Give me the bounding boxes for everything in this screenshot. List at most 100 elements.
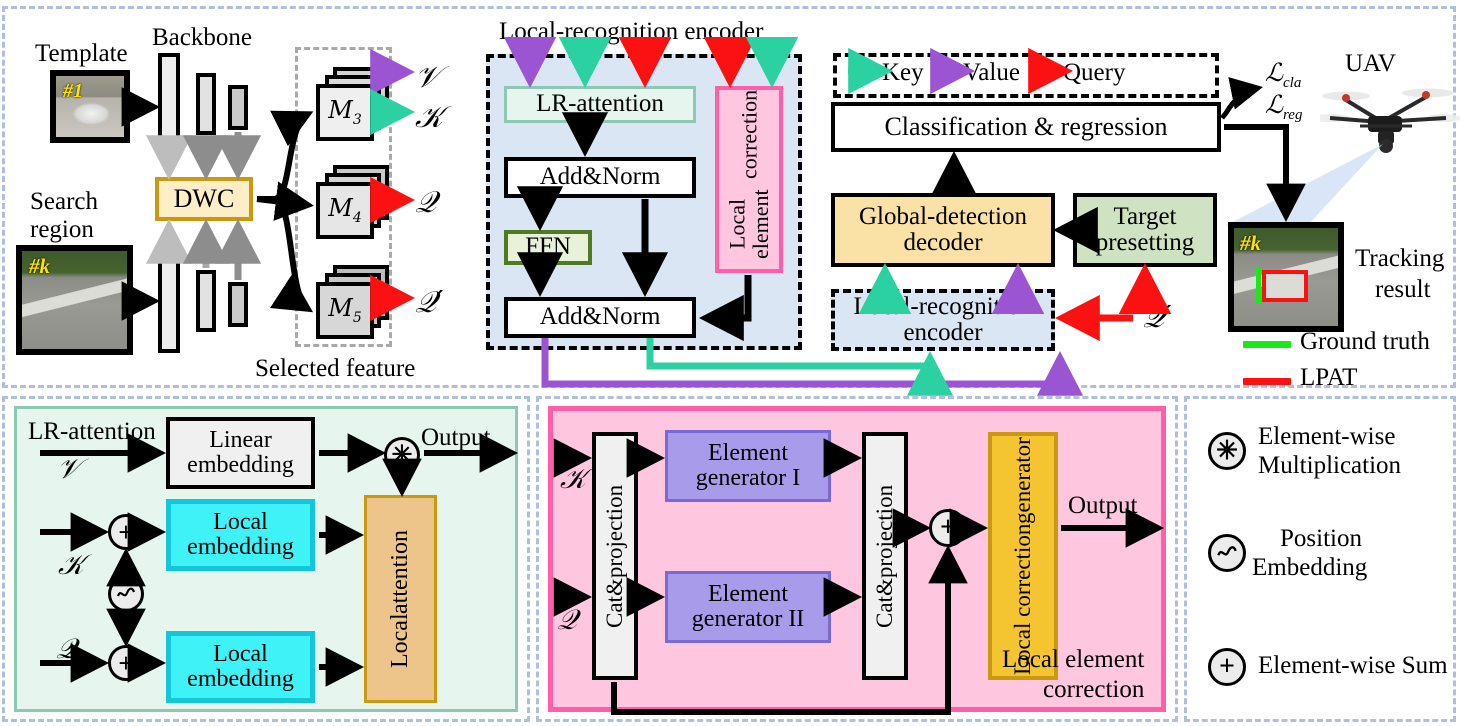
lr-attention-detail-title: LR-attention [28, 418, 156, 445]
cat-projection-block-2[interactable]: Cat&projection [862, 432, 908, 680]
tracking-result-label-line2: result [1375, 276, 1431, 303]
elem-gen1-line2: generator I [695, 465, 801, 491]
backbone-bar-t1 [158, 53, 180, 157]
legend-asterisk-circle-icon: ✳ [1208, 432, 1246, 470]
loss-cla-symbol: ℒ [1265, 58, 1284, 87]
element-wise-sum-icon-key: + [108, 514, 144, 550]
ffn-block[interactable]: FFN [504, 230, 592, 265]
global-detection-decoder-block[interactable]: Global-detection decoder [831, 193, 1055, 267]
lre-line1: Local-recognition [853, 292, 1033, 320]
linear-embedding-block[interactable]: Linear embedding [166, 417, 315, 489]
element-generator-2-block[interactable]: Element generator II [665, 571, 831, 643]
local-embedding-bottom-block[interactable]: Local embedding [166, 631, 315, 703]
feature-map-name: M [328, 95, 353, 124]
classification-regression-block[interactable]: Classification & regression [831, 102, 1221, 152]
lpat-bbox [1262, 270, 1308, 302]
legend-multiplication-line2: Multiplication [1258, 452, 1402, 479]
elem-gen1-line1: Element [708, 439, 788, 466]
backbone-bar-b1 [158, 249, 180, 353]
add-norm-block-2[interactable]: Add&Norm [504, 297, 696, 338]
wave-glyph [116, 587, 136, 597]
legend-position-line1: Position [1280, 525, 1362, 552]
backbone-bar-b3 [228, 282, 248, 327]
linear-embed-line1: Linear [209, 426, 272, 453]
linear-embed-line2: embedding [187, 452, 294, 478]
lec-line2: correction [736, 90, 762, 180]
loss-reg-symbol: ℒ [1265, 90, 1284, 119]
backbone-label: Backbone [152, 24, 252, 51]
template-frame-id: #1 [63, 80, 83, 102]
template-label: Template [35, 40, 128, 67]
lec-output-label: Output [1068, 492, 1138, 519]
tracking-result-label-line1: Tracking [1355, 245, 1445, 272]
search-region-thumbnail: #k [16, 245, 133, 355]
loss-cla-sub: cla [1283, 75, 1302, 91]
feature-map-sub: 4 [352, 209, 362, 226]
tensor-query-symbol: 𝒬 [415, 185, 437, 220]
arrow-legend-key-label: Key [882, 59, 924, 86]
arrow-legend-query-label: Query [1063, 59, 1126, 86]
backbone-bar-t2 [196, 73, 216, 135]
lre-line2: encoder [903, 319, 983, 346]
add-norm-block-1[interactable]: Add&Norm [504, 157, 696, 198]
lec-caption-line2: correction [1043, 676, 1145, 703]
lec-line1: Local element [724, 189, 773, 259]
target-presetting-block[interactable]: Target presetting [1073, 193, 1217, 267]
tp-line2: presetting [1095, 229, 1195, 256]
legend-sum-label: Element-wise Sum [1258, 652, 1448, 679]
local-recognition-encoder-block[interactable]: Local-recognition encoder [831, 289, 1055, 351]
element-wise-sum-icon-query: + [108, 645, 144, 681]
local-attention-block[interactable]: Local attention [364, 495, 437, 703]
tensor-value-symbol: 𝒱 [415, 60, 440, 95]
legend-position-line2: Embedding [1252, 554, 1368, 581]
lec-input-key-symbol: 𝒦 [560, 462, 587, 495]
loss-regression: ℒreg [1265, 90, 1302, 124]
position-embedding-icon [108, 576, 144, 612]
ground-truth-legend-swatch [1243, 341, 1291, 348]
local-attn-line2: attention [386, 529, 413, 614]
lra-input-key-symbol: 𝒦 [58, 548, 85, 581]
cat-projection-block-1[interactable]: Cat&projection [592, 432, 638, 680]
gdd-line1: Global-detection [859, 202, 1027, 230]
local-element-correction-block[interactable]: Local element correction [715, 86, 783, 273]
lec-input-query-symbol: 𝒬 [557, 603, 578, 636]
selected-feature-label: Selected feature [255, 355, 416, 382]
lpat-legend-label: LPAT [1300, 364, 1358, 391]
loss-reg-sub: reg [1283, 107, 1303, 123]
local-attn-line1: Local [386, 613, 413, 669]
elem-gen2-line2: generator II [691, 606, 805, 632]
tp-line1: Target [1113, 202, 1177, 230]
search-region-label-line2: region [30, 216, 94, 243]
local-embed-top-line2: embedding [187, 534, 294, 560]
gdd-line2: decoder [903, 229, 983, 256]
query-prime-input-symbol: 𝒬′ [1143, 300, 1172, 335]
local-embed-bot-line1: Local [213, 640, 268, 667]
local-embed-bot-line2: embedding [187, 666, 294, 692]
result-frame-id: #k [1240, 231, 1261, 255]
search-region-label-line1: Search [30, 188, 99, 215]
lpat-legend-swatch [1243, 378, 1291, 385]
ground-truth-bbox-edge [1256, 268, 1261, 304]
local-embedding-top-block[interactable]: Local embedding [166, 499, 315, 571]
lra-input-value-symbol: 𝒱 [57, 452, 81, 485]
local-correction-generator-block[interactable]: Local correction generator [988, 432, 1058, 680]
ground-truth-legend-label: Ground truth [1300, 328, 1430, 355]
element-generator-1-block[interactable]: Element generator I [665, 430, 831, 502]
lr-attention-block[interactable]: LR-attention [504, 86, 696, 123]
tensor-query-prime-symbol: 𝒬′ [415, 285, 444, 320]
dwc-block[interactable]: DWC [155, 177, 253, 221]
elem-gen2-line1: Element [708, 580, 788, 607]
feature-map-name: M [328, 293, 353, 322]
lcg-line2: generator [1009, 436, 1035, 524]
element-wise-multiplication-icon: ✳ [384, 437, 420, 473]
element-wise-sum-icon-lec: + [929, 509, 967, 547]
backbone-bar-b2 [196, 270, 216, 332]
tensor-key-symbol: 𝒦 [415, 100, 443, 135]
loss-classification: ℒcla [1265, 58, 1301, 92]
feature-map-sub: 3 [352, 111, 362, 128]
lr-encoder-title: Local-recognition encoder [499, 18, 764, 45]
legend-multiplication-line1: Element-wise [1258, 423, 1396, 450]
local-embed-top-line1: Local [213, 508, 268, 535]
feature-map-name: M [328, 193, 353, 222]
backbone-bar-t3 [228, 85, 248, 130]
